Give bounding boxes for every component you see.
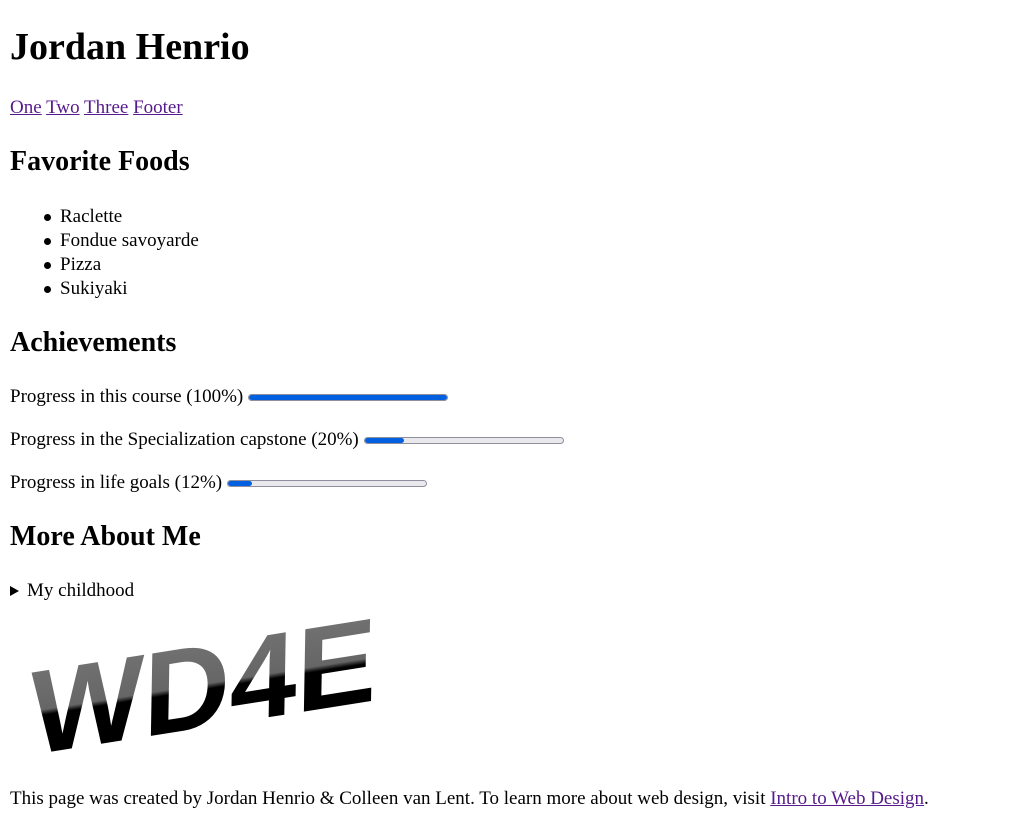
progress-label: Progress in life goals (12%) xyxy=(10,472,223,493)
progress-label: Progress in this course (100%) xyxy=(10,386,244,407)
list-item: Pizza xyxy=(44,253,199,277)
nav-link-footer[interactable]: Footer xyxy=(133,97,183,118)
footer-end: . xyxy=(924,788,929,809)
foods-list: Raclette Fondue savoyarde Pizza Sukiyaki xyxy=(10,205,199,301)
wd4e-logo: WD4E xyxy=(30,605,378,765)
list-item: Fondue savoyarde xyxy=(44,229,199,253)
progress-bar-course xyxy=(248,393,449,401)
nav-link-three[interactable]: Three xyxy=(84,97,128,118)
bullet-icon xyxy=(44,214,51,221)
achievements-heading: Achievements xyxy=(10,327,177,358)
progress-row-course: Progress in this course (100%) xyxy=(10,385,449,409)
nav-link-two[interactable]: Two xyxy=(46,97,80,118)
food-label: Pizza xyxy=(60,254,102,275)
disclosure-triangle-icon xyxy=(10,586,19,596)
nav-link-one[interactable]: One xyxy=(10,97,42,118)
bullet-icon xyxy=(44,262,51,269)
progress-label: Progress in the Specialization capstone … xyxy=(10,429,359,450)
progress-row-capstone: Progress in the Specialization capstone … xyxy=(10,428,564,452)
childhood-details-toggle[interactable]: My childhood xyxy=(10,579,134,603)
progress-bar-life-goals xyxy=(227,479,428,487)
intro-web-design-link[interactable]: Intro to Web Design xyxy=(770,788,924,809)
progress-fill xyxy=(364,437,405,443)
footer-text: This page was created by Jordan Henrio &… xyxy=(10,788,771,809)
more-about-heading: More About Me xyxy=(10,521,201,552)
bullet-icon xyxy=(44,238,51,245)
page-footer: This page was created by Jordan Henrio &… xyxy=(10,787,929,811)
progress-bar-capstone xyxy=(363,436,564,444)
food-label: Raclette xyxy=(60,206,123,227)
progress-fill xyxy=(228,480,252,486)
logo-text: WD4E xyxy=(30,605,378,765)
food-label: Sukiyaki xyxy=(60,278,128,299)
foods-heading: Favorite Foods xyxy=(10,146,190,177)
progress-row-life-goals: Progress in life goals (12%) xyxy=(10,471,428,495)
page-title: Jordan Henrio xyxy=(10,26,250,68)
bullet-icon xyxy=(44,286,51,293)
list-item: Sukiyaki xyxy=(44,277,199,301)
food-label: Fondue savoyarde xyxy=(60,230,199,251)
list-item: Raclette xyxy=(44,205,199,229)
progress-fill xyxy=(249,394,448,400)
nav-links: One Two Three Footer xyxy=(10,96,183,120)
details-summary: My childhood xyxy=(27,580,135,601)
